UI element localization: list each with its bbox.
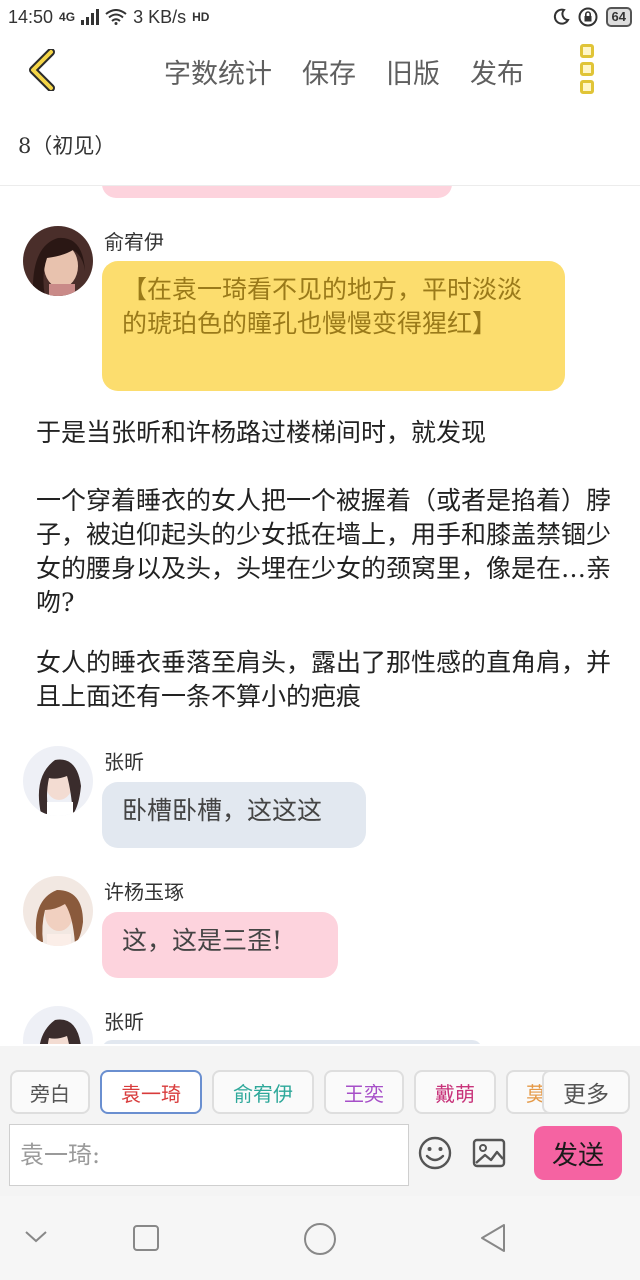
narration-text[interactable]: 一个穿着睡衣的女人把一个被握着（或者是掐着）脖子，被迫仰起头的少女抵在墙上，用手… <box>36 484 616 620</box>
sender-name: 张昕 <box>104 750 144 774</box>
status-bar: 14:50 4G 3 KB/s HD 64 <box>0 0 640 34</box>
avatar[interactable] <box>23 226 93 296</box>
emoji-icon[interactable] <box>418 1136 452 1170</box>
message-text: 【在袁一琦看不见的地方，平时淡淡的琥珀色的瞳孔也慢慢变得猩红】 <box>122 275 523 338</box>
chip-label: 袁一琦 <box>121 1081 181 1106</box>
message-input[interactable] <box>9 1124 409 1186</box>
character-chip-yu-youyi[interactable]: 俞宥伊 <box>212 1070 314 1114</box>
character-chip-narrator[interactable]: 旁白 <box>10 1070 90 1114</box>
signal-icon <box>81 9 100 25</box>
lock-icon <box>578 7 598 27</box>
more-label: 更多 <box>563 1082 609 1108</box>
more-characters-button[interactable]: 更多 <box>542 1070 630 1114</box>
character-chip-yuan-yiqi[interactable]: 袁一琦 <box>100 1070 202 1114</box>
menu-dot-icon <box>580 62 594 76</box>
sender-name: 许杨玉琢 <box>104 880 184 904</box>
character-chip-wang-yi[interactable]: 王奕 <box>324 1070 404 1114</box>
wifi-icon <box>105 9 127 25</box>
word-count-button[interactable]: 字数统计 <box>164 52 272 91</box>
chevron-down-icon[interactable] <box>24 1230 48 1244</box>
narration-text[interactable]: 女人的睡衣垂落至肩头，露出了那性感的直角肩，并且上面还有一条不算小的疤痕 <box>36 646 616 714</box>
composer: 发送 <box>0 1120 640 1196</box>
system-nav-bar <box>0 1196 640 1280</box>
message-text: 卧槽卧槽，这这这 <box>122 796 323 825</box>
old-version-button[interactable]: 旧版 <box>386 52 440 91</box>
narration-text[interactable]: 于是当张昕和许杨路过楼梯间时，就发现 <box>36 416 616 450</box>
sender-name: 张昕 <box>104 1010 144 1034</box>
chapter-title[interactable]: 8（初见） <box>18 130 115 160</box>
sender-name: 俞宥伊 <box>104 230 164 254</box>
editor-header: 字数统计 保存 旧版 发布 <box>0 34 640 110</box>
header-actions: 字数统计 保存 旧版 发布 <box>164 52 524 91</box>
status-time: 14:50 <box>8 6 54 27</box>
more-menu-button[interactable] <box>580 44 600 94</box>
chip-label: 俞宥伊 <box>233 1081 293 1106</box>
avatar[interactable] <box>23 746 93 816</box>
message-bubble-partial[interactable] <box>102 1040 482 1044</box>
hd-badge: HD <box>192 10 210 24</box>
recent-apps-button[interactable] <box>132 1224 160 1252</box>
character-selector: 旁白 袁一琦 俞宥伊 王奕 戴萌 莫 更多 <box>0 1046 640 1120</box>
message-bubble[interactable]: 卧槽卧槽，这这这 <box>102 782 366 848</box>
avatar[interactable] <box>23 876 93 946</box>
chip-label: 旁白 <box>30 1081 70 1106</box>
back-button[interactable] <box>20 48 64 92</box>
message-bubble[interactable]: 这，这是三歪! <box>102 912 338 978</box>
battery-indicator: 64 <box>605 7 632 27</box>
save-button[interactable]: 保存 <box>302 52 356 91</box>
message-bubble-partial[interactable] <box>102 186 452 198</box>
menu-dot-icon <box>580 80 594 94</box>
image-icon[interactable] <box>472 1137 506 1169</box>
menu-dot-icon <box>580 44 594 58</box>
chip-label: 王奕 <box>344 1081 384 1106</box>
chevron-left-icon <box>29 49 55 91</box>
network-type: 4G <box>59 10 76 24</box>
moon-icon <box>553 8 570 25</box>
message-text: 这，这是三歪! <box>122 926 283 955</box>
character-chip-dai-meng[interactable]: 戴萌 <box>414 1070 496 1114</box>
chat-area[interactable]: 俞宥伊 【在袁一琦看不见的地方，平时淡淡的琥珀色的瞳孔也慢慢变得猩红】 于是当张… <box>0 186 640 1044</box>
send-button[interactable]: 发送 <box>534 1126 622 1180</box>
publish-button[interactable]: 发布 <box>470 52 524 91</box>
home-button[interactable] <box>303 1222 337 1256</box>
message-bubble[interactable]: 【在袁一琦看不见的地方，平时淡淡的琥珀色的瞳孔也慢慢变得猩红】 <box>102 261 565 391</box>
network-speed: 3 KB/s <box>133 6 187 27</box>
chip-label: 戴萌 <box>435 1081 475 1106</box>
back-nav-button[interactable] <box>478 1222 508 1254</box>
avatar[interactable] <box>23 1006 93 1044</box>
